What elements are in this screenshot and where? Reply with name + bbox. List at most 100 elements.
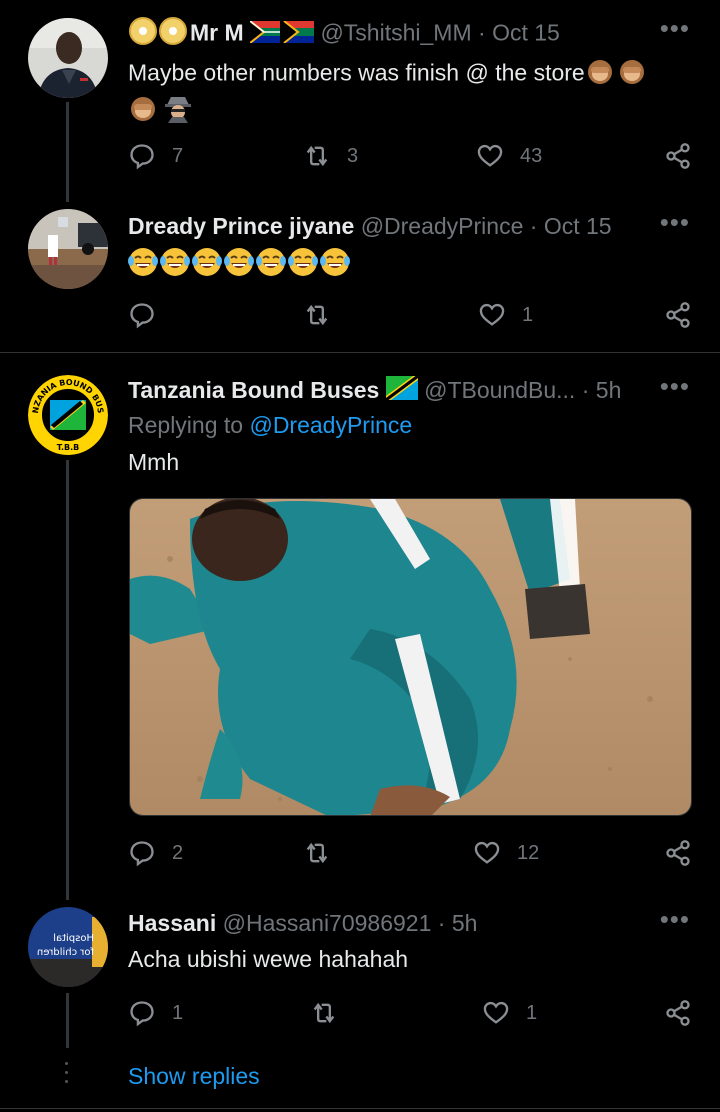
retweet-button[interactable] — [303, 300, 347, 330]
user-handle[interactable]: @Hassani70986921 — [223, 910, 432, 936]
tweet-text: Mmh — [128, 449, 180, 475]
tweet-actions: 1 — [128, 300, 693, 330]
divider — [0, 352, 720, 353]
reply-count: 2 — [172, 841, 184, 864]
tweet-text: Maybe other numbers was finish @ the sto… — [128, 56, 688, 130]
tweet-dready-prince[interactable]: Dready Prince jiyane @DreadyPrince · Oct… — [0, 208, 720, 353]
thread-line — [66, 102, 69, 202]
thread-line — [66, 993, 69, 1048]
share-button[interactable] — [664, 141, 692, 171]
more-icon[interactable]: ••• — [660, 209, 690, 235]
like-button[interactable]: 1 — [478, 300, 533, 330]
replying-to-label: Replying to — [128, 412, 250, 438]
display-name[interactable]: Dready Prince jiyane — [128, 213, 354, 239]
avatar[interactable] — [28, 18, 108, 98]
retweet-button[interactable] — [303, 838, 347, 868]
avatar-photo-icon: Hospital for children — [28, 907, 108, 987]
south-africa-flag-icon — [249, 19, 315, 50]
like-icon — [474, 841, 500, 864]
tweet-text: Acha ubishi wewe hahahah — [128, 946, 409, 972]
share-button[interactable] — [664, 838, 692, 868]
share-icon — [666, 840, 690, 866]
avatar[interactable]: TANZANIA BOUND BUSES T.B.B — [28, 375, 108, 455]
separator-dot: · — [471, 19, 493, 46]
like-count: 1 — [526, 1001, 538, 1024]
reply-count: 7 — [172, 144, 184, 167]
tanzania-bound-buses-logo-icon: TANZANIA BOUND BUSES T.B.B — [28, 375, 108, 455]
more-icon[interactable]: ••• — [660, 15, 690, 41]
share-icon — [666, 143, 690, 169]
share-icon — [666, 1000, 690, 1026]
tweet-text — [128, 246, 360, 285]
separator-dot: · — [575, 377, 596, 403]
show-replies-link[interactable]: Show replies — [128, 1063, 260, 1090]
user-handle[interactable]: @Tshitshi_MM — [320, 20, 471, 46]
like-count: 43 — [520, 144, 543, 167]
reply-icon — [130, 303, 154, 329]
tanzania-flag-icon — [385, 376, 418, 407]
like-count: 1 — [522, 303, 534, 326]
reply-button[interactable]: 7 — [128, 141, 183, 171]
separator-dot: · — [431, 910, 452, 936]
display-name[interactable]: Tanzania Bound Buses — [128, 377, 379, 403]
retweet-icon — [306, 842, 328, 864]
retweet-icon — [306, 145, 328, 167]
tweet-actions: 7 3 43 — [128, 141, 693, 171]
retweet-icon — [306, 304, 328, 326]
reply-icon — [130, 1001, 154, 1027]
avatar-photo-icon — [28, 209, 108, 289]
timestamp[interactable]: 5h — [452, 910, 478, 936]
reply-button[interactable] — [128, 300, 172, 330]
share-icon — [666, 302, 690, 328]
like-button[interactable]: 43 — [476, 141, 542, 171]
tears-of-joy-emoji-icon — [128, 246, 360, 285]
thread-line — [66, 460, 69, 900]
like-button[interactable]: 12 — [473, 838, 539, 868]
avatar[interactable] — [28, 209, 108, 289]
like-button[interactable]: 1 — [482, 998, 537, 1028]
timestamp[interactable]: Oct 15 — [544, 213, 612, 239]
share-button[interactable] — [664, 300, 692, 330]
reply-button[interactable]: 1 — [128, 998, 183, 1028]
reply-button[interactable]: 2 — [128, 838, 183, 868]
user-handle[interactable]: @TBoundBu... — [424, 377, 575, 403]
tweet-header: Hassani @Hassani70986921 · 5h — [128, 908, 477, 938]
more-icon[interactable]: ••• — [660, 373, 690, 399]
like-icon — [483, 1001, 509, 1024]
tweet-header: Mr M @Tshitshi_MM · Oct 15 — [128, 16, 560, 53]
reply-icon — [130, 841, 154, 867]
see-no-evil-monkey-emoji-icon — [585, 56, 647, 93]
thread-continuation-dots — [63, 1062, 69, 1092]
dvd-emoji-icon — [128, 16, 190, 53]
monkey-and-detective-emoji-icon — [128, 93, 192, 130]
tweet-media-image[interactable] — [129, 498, 692, 816]
retweet-button[interactable]: 3 — [303, 141, 358, 171]
tweet-actions: 1 1 — [128, 998, 693, 1028]
tweet-header: Dready Prince jiyane @DreadyPrince · Oct… — [128, 211, 612, 241]
tweet-mr-m[interactable]: Mr M @Tshitshi_MM · Oct 15 ••• Maybe oth… — [0, 15, 720, 202]
display-name[interactable]: Mr M — [190, 20, 244, 46]
reply-icon — [130, 144, 154, 170]
share-button[interactable] — [664, 998, 692, 1028]
retweet-button[interactable] — [310, 998, 354, 1028]
tweet-actions: 2 12 — [128, 838, 693, 868]
replying-to-link[interactable]: @DreadyPrince — [249, 412, 412, 438]
display-name[interactable]: Hassani — [128, 910, 216, 936]
tweet-hassani[interactable]: Hospital for children Hassani @Hassani70… — [0, 905, 720, 1055]
avatar[interactable]: Hospital for children — [28, 907, 108, 987]
tweet-tanzania-actions-wrap: 2 12 — [0, 838, 720, 870]
tweet-header: Tanzania Bound Buses @TBoundBu... · 5h — [128, 375, 621, 407]
timestamp[interactable]: Oct 15 — [492, 20, 560, 46]
divider — [0, 1108, 720, 1109]
reply-count: 1 — [172, 1001, 184, 1024]
more-icon[interactable]: ••• — [660, 906, 690, 932]
separator-dot: · — [523, 213, 544, 239]
like-icon — [477, 144, 503, 167]
like-icon — [479, 303, 505, 326]
retweet-icon — [313, 1002, 335, 1024]
avatar-sign-text-1: Hospital — [53, 933, 94, 944]
user-handle[interactable]: @DreadyPrince — [361, 213, 524, 239]
timestamp[interactable]: 5h — [596, 377, 622, 403]
logo-bottom-text: T.B.B — [57, 443, 80, 452]
avatar-photo-icon — [28, 18, 108, 98]
